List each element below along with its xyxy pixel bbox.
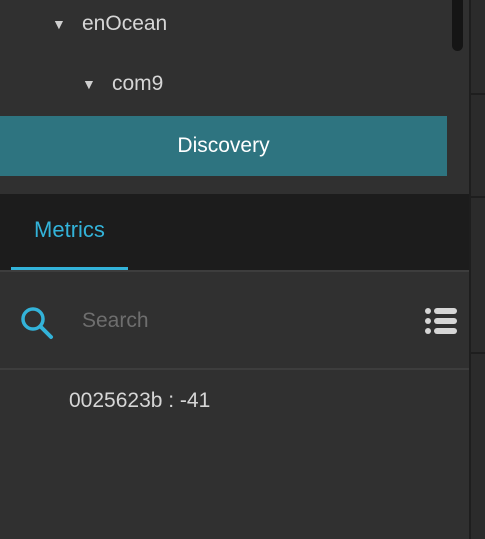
caret-down-icon[interactable]: ▼ bbox=[52, 16, 82, 32]
tab-metrics[interactable]: Metrics bbox=[11, 194, 128, 272]
caret-down-icon[interactable]: ▼ bbox=[82, 76, 112, 92]
left-panel: ▼ enOcean ▼ com9 Discovery Metrics 00256… bbox=[0, 0, 469, 539]
search-input[interactable] bbox=[82, 304, 402, 338]
side-panel-strip bbox=[469, 0, 485, 539]
divider bbox=[471, 93, 485, 95]
list-icon[interactable] bbox=[424, 306, 458, 336]
search-bar bbox=[0, 272, 469, 370]
active-tab-indicator bbox=[11, 267, 128, 270]
list-item[interactable]: 0025623b : -41 bbox=[69, 389, 210, 413]
scrollbar-thumb[interactable] bbox=[452, 0, 463, 51]
discovery-button[interactable]: Discovery bbox=[0, 116, 447, 176]
divider bbox=[471, 352, 485, 354]
search-icon[interactable] bbox=[19, 305, 55, 341]
divider bbox=[471, 196, 485, 198]
tree-item-label: enOcean bbox=[82, 12, 168, 35]
tree-item-enocean[interactable]: ▼ enOcean bbox=[52, 12, 167, 36]
tree-item-com9[interactable]: ▼ com9 bbox=[82, 72, 163, 96]
tab-bar: Metrics bbox=[0, 194, 469, 272]
tree-item-label: com9 bbox=[112, 72, 164, 95]
